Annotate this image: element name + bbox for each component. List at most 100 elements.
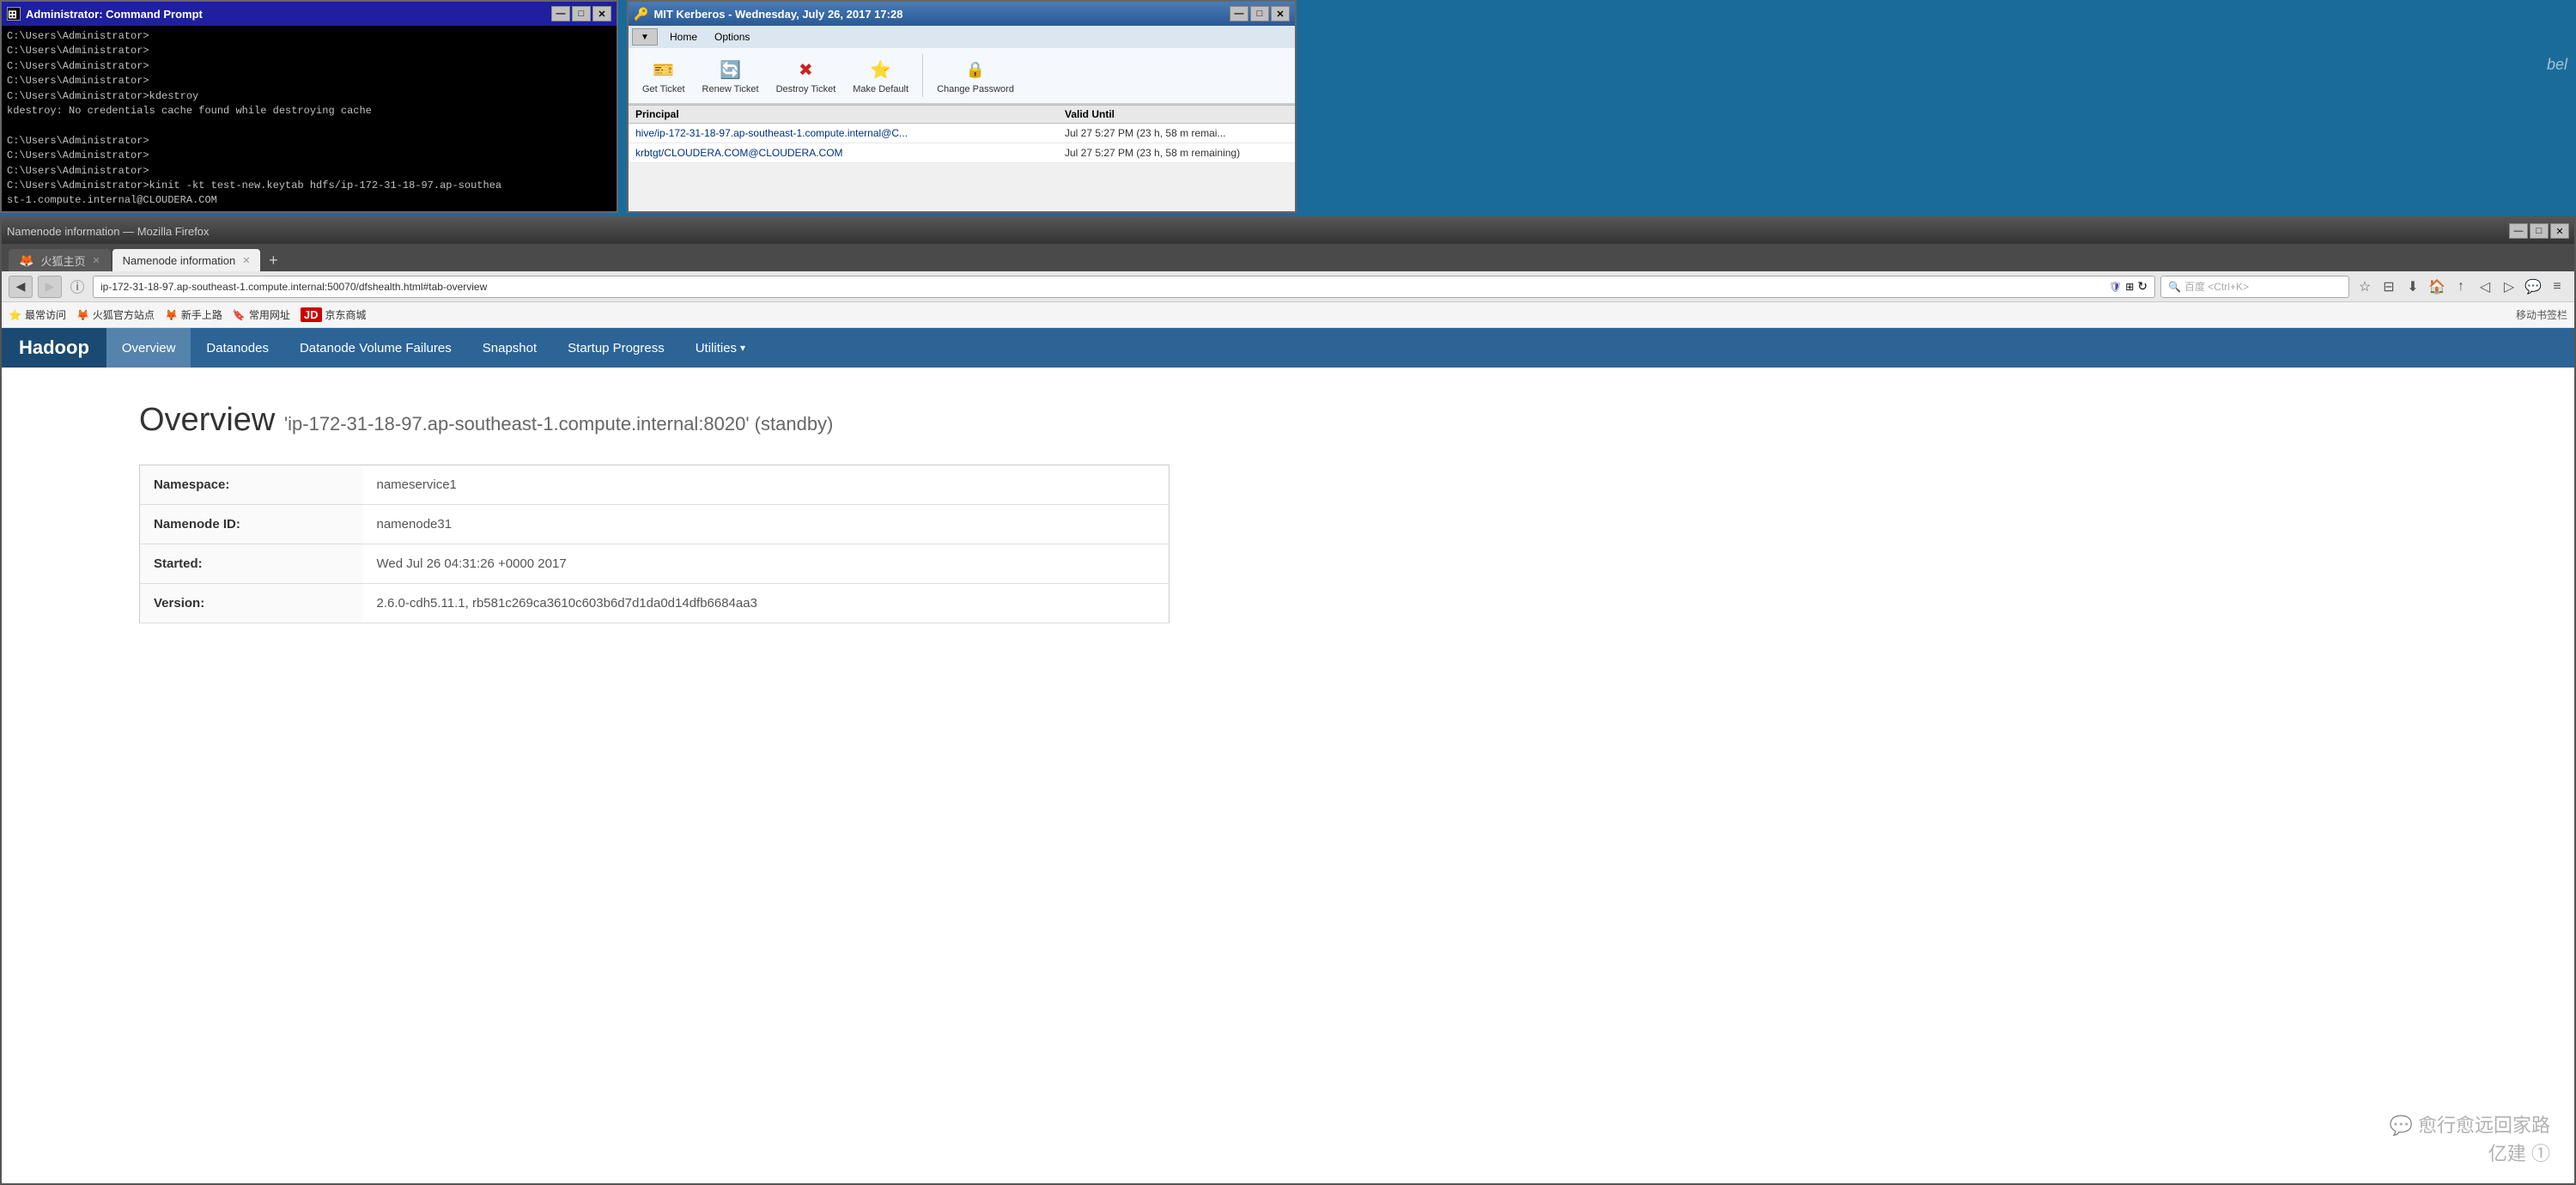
kerb-close-button[interactable]: ✕	[1271, 6, 1290, 21]
renew-ticket-button[interactable]: 🔄 Renew Ticket	[696, 53, 766, 98]
kerb-minimize-button[interactable]: —	[1230, 6, 1249, 21]
sync-button[interactable]: ↑	[2451, 276, 2471, 297]
nav-link-snapshot[interactable]: Snapshot	[467, 328, 552, 368]
table-row: hive/ip-172-31-18-97.ap-southeast-1.comp…	[629, 124, 1295, 143]
cmd-minimize-button[interactable]: —	[551, 6, 570, 21]
info-table: Namespace: nameservice1 Namenode ID: nam…	[139, 465, 1170, 623]
namespace-value: nameservice1	[363, 465, 1170, 505]
new-user-icon: 🦊	[165, 309, 178, 321]
tab-home-close-icon[interactable]: ✕	[92, 255, 100, 266]
valid-until-value-1: Jul 27 5:27 PM (23 h, 58 m remai...	[1065, 127, 1288, 139]
destroy-ticket-button[interactable]: ✖ Destroy Ticket	[769, 53, 843, 98]
bookmarks-right: 移动书签栏	[2516, 307, 2567, 322]
home-button[interactable]: ⊟	[2379, 276, 2399, 297]
overview-section-title: Overview 'ip-172-31-18-97.ap-southeast-1…	[139, 402, 2437, 439]
get-ticket-button[interactable]: 🎫 Get Ticket	[635, 53, 692, 98]
cmd-line: kdestroy: No credentials cache found whi…	[7, 104, 611, 118]
bookmark-common-label: 常用网址	[249, 307, 290, 322]
bookmarks-bar: ⭐ 最常访问 🦊 火狐官方站点 🦊 新手上路 🔖 常用网址 JD 京东商城 移动…	[2, 302, 2574, 328]
utilities-label: Utilities	[696, 341, 737, 356]
menu-button[interactable]: ≡	[2547, 276, 2567, 297]
nav-link-datanodes[interactable]: Datanodes	[191, 328, 284, 368]
cmd-titlebar: ⊞ Administrator: Command Prompt — □ ✕	[2, 2, 617, 26]
table-row: krbtgt/CLOUDERA.COM@CLOUDERA.COM Jul 27 …	[629, 143, 1295, 163]
search-placeholder: 百度 <Ctrl+K>	[2184, 279, 2249, 294]
watermark-top: bel	[2547, 56, 2567, 74]
kerb-menu-icon-button[interactable]: ▼	[632, 28, 658, 46]
kerb-menu-options[interactable]: Options	[706, 29, 758, 45]
tab-namenode[interactable]: Namenode information ✕	[112, 249, 261, 271]
chat-button[interactable]: 💬	[2523, 276, 2543, 297]
tab-firefox-home[interactable]: 🦊 火狐主页 ✕	[9, 249, 111, 271]
utilities-dropdown: Utilities ▾	[696, 341, 745, 356]
kerb-menu: ▼ Home Options	[629, 26, 1295, 48]
principal-header: Principal	[635, 108, 1065, 120]
tab-bar: 🦊 火狐主页 ✕ Namenode information ✕ +	[2, 244, 2574, 271]
nav-link-overview[interactable]: Overview	[106, 328, 191, 368]
principal-value-2: krbtgt/CLOUDERA.COM@CLOUDERA.COM	[635, 147, 1065, 159]
back-nav-button[interactable]: ◁	[2475, 276, 2495, 297]
info-icon[interactable]: i	[67, 278, 88, 295]
firefox-icon: 🦊	[19, 253, 33, 268]
tab-namenode-close-icon[interactable]: ✕	[242, 255, 250, 266]
watermark-bottom: 💬 愈行愈远回家路 亿建 ①	[2389, 1111, 2550, 1168]
kerb-maximize-button[interactable]: □	[1250, 6, 1269, 21]
kerberos-window: 🔑 MIT Kerberos - Wednesday, July 26, 201…	[627, 0, 1297, 213]
watermark-line1: 愈行愈远回家路	[2418, 1115, 2550, 1136]
bookmark-common-sites[interactable]: 🔖 常用网址	[233, 307, 290, 322]
search-bar[interactable]: 🔍 百度 <Ctrl+K>	[2160, 276, 2349, 298]
browser-maximize-button[interactable]: □	[2530, 223, 2549, 239]
cmd-icon: ⊞	[7, 7, 21, 21]
renew-ticket-label: Renew Ticket	[702, 84, 759, 94]
bookmark-firefox-label: 火狐官方站点	[93, 307, 155, 322]
kerb-table-header: Principal Valid Until	[629, 105, 1295, 124]
cmd-maximize-button[interactable]: □	[572, 6, 591, 21]
cmd-line: C:\Users\Administrator>	[7, 59, 611, 74]
table-row: Started: Wed Jul 26 04:31:26 +0000 2017	[140, 544, 1170, 584]
kerb-toolbar: 🎫 Get Ticket 🔄 Renew Ticket ✖ Destroy Ti…	[629, 48, 1295, 104]
browser-window: Namenode information — Mozilla Firefox —…	[0, 216, 2576, 1185]
make-default-button[interactable]: ⭐ Make Default	[846, 53, 915, 98]
ticket-icon: 🎫	[651, 57, 677, 82]
forward-button[interactable]: ▶	[38, 276, 62, 298]
star-button[interactable]: ☆	[2354, 276, 2375, 297]
cmd-line	[7, 118, 611, 133]
cmd-line: C:\Users\Administrator>	[7, 74, 611, 88]
browser-close-button[interactable]: ✕	[2550, 223, 2569, 239]
namespace-label: Namespace:	[140, 465, 363, 505]
nav-link-volume-failures[interactable]: Datanode Volume Failures	[284, 328, 467, 368]
table-row: Namespace: nameservice1	[140, 465, 1170, 505]
started-value: Wed Jul 26 04:31:26 +0000 2017	[363, 544, 1170, 584]
reload-icon[interactable]: ↻	[2137, 279, 2148, 294]
address-bar[interactable]: ip-172-31-18-97.ap-southeast-1.compute.i…	[93, 276, 2155, 298]
change-password-button[interactable]: 🔒 Change Password	[930, 53, 1021, 98]
bookmark-jd[interactable]: JD 京东商城	[301, 307, 367, 322]
cmd-close-button[interactable]: ✕	[592, 6, 611, 21]
kerb-ribbon: ▼ Home Options 🎫 Get Ticket 🔄 Renew Tick…	[629, 26, 1295, 105]
kerb-menu-home[interactable]: Home	[661, 29, 706, 45]
back-button[interactable]: ◀	[9, 276, 33, 298]
forward-nav-button[interactable]: ▷	[2499, 276, 2519, 297]
hadoop-nav-links: Overview Datanodes Datanode Volume Failu…	[106, 328, 761, 368]
password-icon: 🔒	[963, 57, 988, 82]
cmd-controls: — □ ✕	[551, 6, 611, 21]
search-icon: 🔍	[2168, 281, 2181, 293]
bookmark-new-user[interactable]: 🦊 新手上路	[165, 307, 222, 322]
bookmark-firefox-official[interactable]: 🦊 火狐官方站点	[76, 307, 155, 322]
kerb-divider	[922, 54, 923, 97]
bookmark-frequent[interactable]: ⭐ 最常访问	[9, 307, 66, 322]
watermark-line2: 亿建 ①	[2488, 1143, 2550, 1164]
frequent-icon: ⭐	[9, 309, 21, 321]
nav-link-startup-progress[interactable]: Startup Progress	[552, 328, 680, 368]
destroy-icon: ✖	[793, 57, 818, 82]
address-bar-icons: 🛡 ⊞ ↻	[2109, 279, 2148, 294]
kerb-title-text: MIT Kerberos - Wednesday, July 26, 2017 …	[653, 8, 902, 21]
browser-minimize-button[interactable]: —	[2509, 223, 2528, 239]
download-button[interactable]: ⬇	[2403, 276, 2423, 297]
new-tab-button[interactable]: +	[262, 251, 284, 270]
browser-title: Namenode information — Mozilla Firefox	[7, 225, 210, 238]
browser-home-button[interactable]: 🏠	[2427, 276, 2447, 297]
nav-link-utilities[interactable]: Utilities ▾	[680, 328, 761, 368]
tab-namenode-label: Namenode information	[123, 254, 236, 267]
common-sites-icon: 🔖	[233, 309, 246, 321]
